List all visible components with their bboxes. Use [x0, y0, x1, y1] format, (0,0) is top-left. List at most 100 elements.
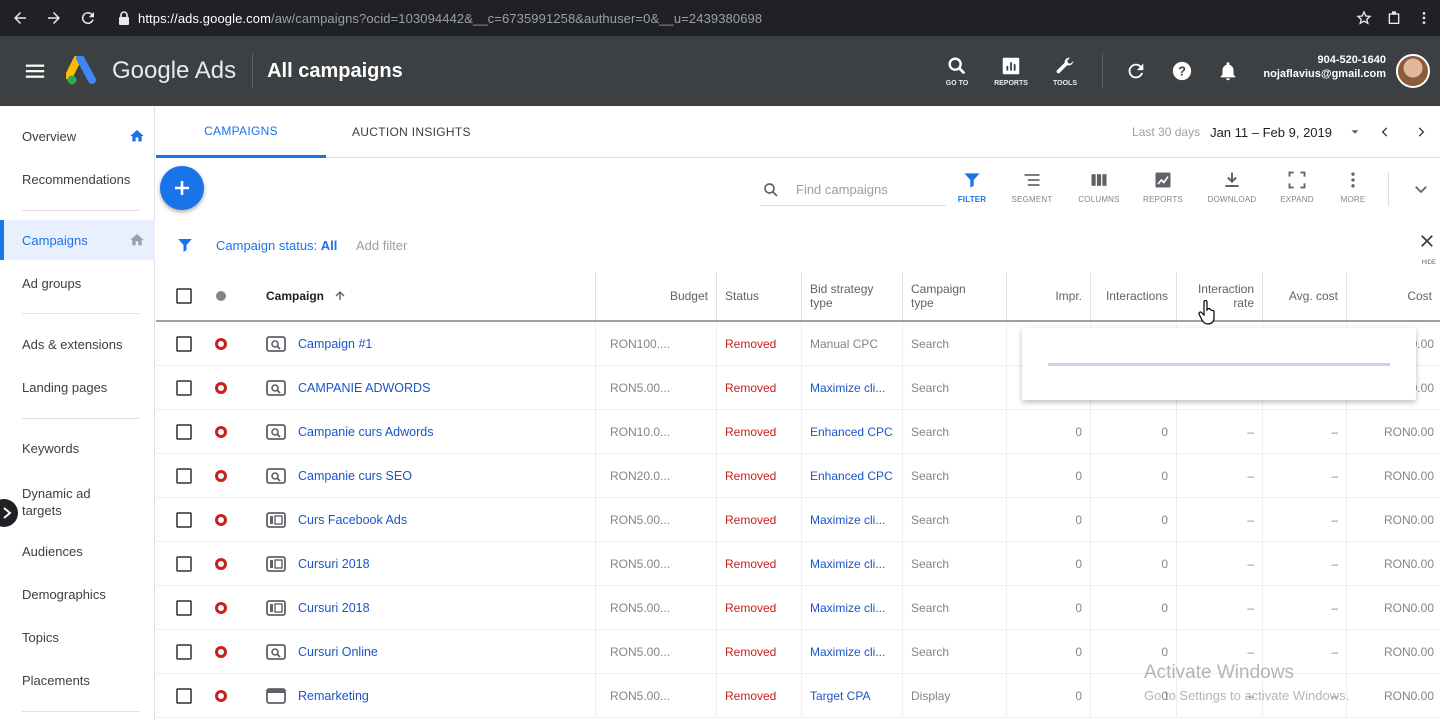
brand-name[interactable]: Google Ads: [112, 57, 236, 85]
notifications-button[interactable]: [1205, 60, 1251, 82]
status-cell[interactable]: Removed: [716, 674, 801, 718]
budget-cell[interactable]: RON5.00...: [595, 542, 716, 586]
hamburger-menu-icon[interactable]: [24, 60, 46, 82]
status-cell[interactable]: Removed: [716, 410, 801, 454]
budget-cell[interactable]: RON10.0...: [595, 410, 716, 454]
google-ads-logo-icon[interactable]: [66, 56, 100, 86]
goto-button[interactable]: GO TO: [930, 55, 984, 87]
budget-cell[interactable]: RON100....: [595, 322, 716, 366]
status-cell[interactable]: Removed: [716, 498, 801, 542]
header-cost[interactable]: Cost: [1346, 272, 1440, 320]
header-avg-cost[interactable]: Avg. cost: [1262, 272, 1346, 320]
status-cell[interactable]: Removed: [716, 366, 801, 410]
reload-button[interactable]: [74, 4, 102, 32]
row-checkbox[interactable]: [176, 644, 192, 660]
campaign-name-link[interactable]: Campanie curs Adwords: [298, 425, 433, 439]
caret-down-icon[interactable]: [1348, 125, 1362, 139]
campaign-name-link[interactable]: Cursuri 2018: [298, 601, 370, 615]
campaign-name-link[interactable]: Campaign #1: [298, 337, 372, 351]
status-dot-icon[interactable]: [216, 291, 226, 301]
segment-button[interactable]: SEGMENT: [1000, 170, 1064, 204]
sidebar-item-ad-groups[interactable]: Ad groups: [0, 263, 155, 303]
chevron-right-icon[interactable]: [1414, 125, 1428, 139]
sidebar-item-campaigns[interactable]: Campaigns: [0, 220, 155, 260]
bid-strategy-cell[interactable]: Maximize cli...: [801, 586, 902, 630]
removed-status-icon[interactable]: [215, 690, 227, 702]
campaign-status-filter[interactable]: Campaign status: All: [216, 238, 337, 253]
removed-status-icon[interactable]: [215, 514, 227, 526]
sidebar-item-demographics[interactable]: Demographics: [0, 574, 155, 614]
campaign-name-link[interactable]: Cursuri Online: [298, 645, 378, 659]
row-checkbox[interactable]: [176, 556, 192, 572]
row-checkbox[interactable]: [176, 512, 192, 528]
tab-campaigns[interactable]: CAMPAIGNS: [156, 106, 326, 158]
removed-status-icon[interactable]: [215, 646, 227, 658]
removed-status-icon[interactable]: [215, 602, 227, 614]
bid-strategy-cell[interactable]: Enhanced CPC: [801, 410, 902, 454]
header-interactions[interactable]: Interactions: [1090, 272, 1176, 320]
header-interaction-rate[interactable]: Interaction rate: [1176, 272, 1262, 320]
budget-cell[interactable]: RON5.00...: [595, 630, 716, 674]
bid-strategy-cell[interactable]: Maximize cli...: [801, 498, 902, 542]
page-title[interactable]: All campaigns: [267, 60, 403, 83]
download-button[interactable]: DOWNLOAD: [1200, 170, 1264, 204]
campaign-name-link[interactable]: Curs Facebook Ads: [298, 513, 407, 527]
filter-button[interactable]: FILTER: [940, 170, 1004, 204]
avatar[interactable]: [1396, 54, 1430, 88]
add-campaign-button[interactable]: [160, 166, 204, 210]
budget-cell[interactable]: RON5.00...: [595, 586, 716, 630]
sidebar-item-ads-extensions[interactable]: Ads & extensions: [0, 324, 155, 364]
campaign-name-link[interactable]: CAMPANIE ADWORDS: [298, 381, 430, 395]
add-filter-link[interactable]: Add filter: [356, 238, 407, 253]
kebab-menu-icon[interactable]: [1416, 10, 1432, 26]
row-checkbox[interactable]: [176, 424, 192, 440]
removed-status-icon[interactable]: [215, 558, 227, 570]
table-row[interactable]: Cursuri 2018 RON5.00... Removed Maximize cl…: [156, 586, 1440, 630]
table-row[interactable]: Curs Facebook Ads RON5.00... Removed Maximi…: [156, 498, 1440, 542]
address-bar[interactable]: https://ads.google.com/aw/campaigns?ocid…: [118, 11, 762, 26]
select-all-checkbox[interactable]: [176, 288, 192, 304]
sidebar-item-recommendations[interactable]: Recommendations: [0, 159, 155, 199]
bid-strategy-cell[interactable]: Target CPA: [801, 674, 902, 718]
header-bid-strategy[interactable]: Bid strategy type: [801, 272, 902, 320]
removed-status-icon[interactable]: [215, 426, 227, 438]
status-cell[interactable]: Removed: [716, 630, 801, 674]
budget-cell[interactable]: RON5.00...: [595, 674, 716, 718]
header-status[interactable]: Status: [716, 272, 801, 320]
header-budget[interactable]: Budget: [595, 272, 716, 320]
extension-icon[interactable]: [1386, 10, 1402, 26]
reports-header-button[interactable]: REPORTS: [984, 55, 1038, 87]
forward-button[interactable]: [40, 4, 68, 32]
row-checkbox[interactable]: [176, 336, 192, 352]
removed-status-icon[interactable]: [215, 338, 227, 350]
bid-strategy-cell[interactable]: Maximize cli...: [801, 630, 902, 674]
table-row[interactable]: Campanie curs Adwords RON10.0... Removed En…: [156, 410, 1440, 454]
sidebar-item-overview[interactable]: Overview: [0, 116, 155, 156]
budget-cell[interactable]: RON5.00...: [595, 498, 716, 542]
campaign-name-link[interactable]: Cursuri 2018: [298, 557, 370, 571]
header-campaign-type[interactable]: Campaign type: [902, 272, 1006, 320]
date-range-value[interactable]: Jan 11 – Feb 9, 2019: [1210, 125, 1332, 140]
back-button[interactable]: [6, 4, 34, 32]
status-cell[interactable]: Removed: [716, 586, 801, 630]
table-row[interactable]: Campanie curs SEO RON20.0... Removed Enhanc…: [156, 454, 1440, 498]
chevron-left-icon[interactable]: [1378, 125, 1392, 139]
chevron-down-icon[interactable]: [1412, 180, 1430, 198]
campaign-name-link[interactable]: Campanie curs SEO: [298, 469, 412, 483]
header-campaign[interactable]: Campaign: [258, 272, 594, 320]
sidebar-item-dynamic-ad-targets[interactable]: Dynamic ad targets: [0, 482, 120, 522]
removed-status-icon[interactable]: [215, 382, 227, 394]
search-input[interactable]: [796, 182, 936, 197]
expand-button[interactable]: EXPAND: [1265, 170, 1329, 204]
status-cell[interactable]: Removed: [716, 454, 801, 498]
sidebar-item-placements[interactable]: Placements: [0, 660, 155, 700]
sidebar-item-keywords[interactable]: Keywords: [0, 428, 155, 468]
sidebar-item-topics[interactable]: Topics: [0, 617, 155, 657]
star-icon[interactable]: [1356, 10, 1372, 26]
status-cell[interactable]: Removed: [716, 322, 801, 366]
bid-strategy-cell[interactable]: Enhanced CPC: [801, 454, 902, 498]
header-impr[interactable]: Impr.: [1006, 272, 1090, 320]
row-checkbox[interactable]: [176, 468, 192, 484]
reports-toolbar-button[interactable]: REPORTS: [1131, 170, 1195, 204]
budget-cell[interactable]: RON5.00...: [595, 366, 716, 410]
